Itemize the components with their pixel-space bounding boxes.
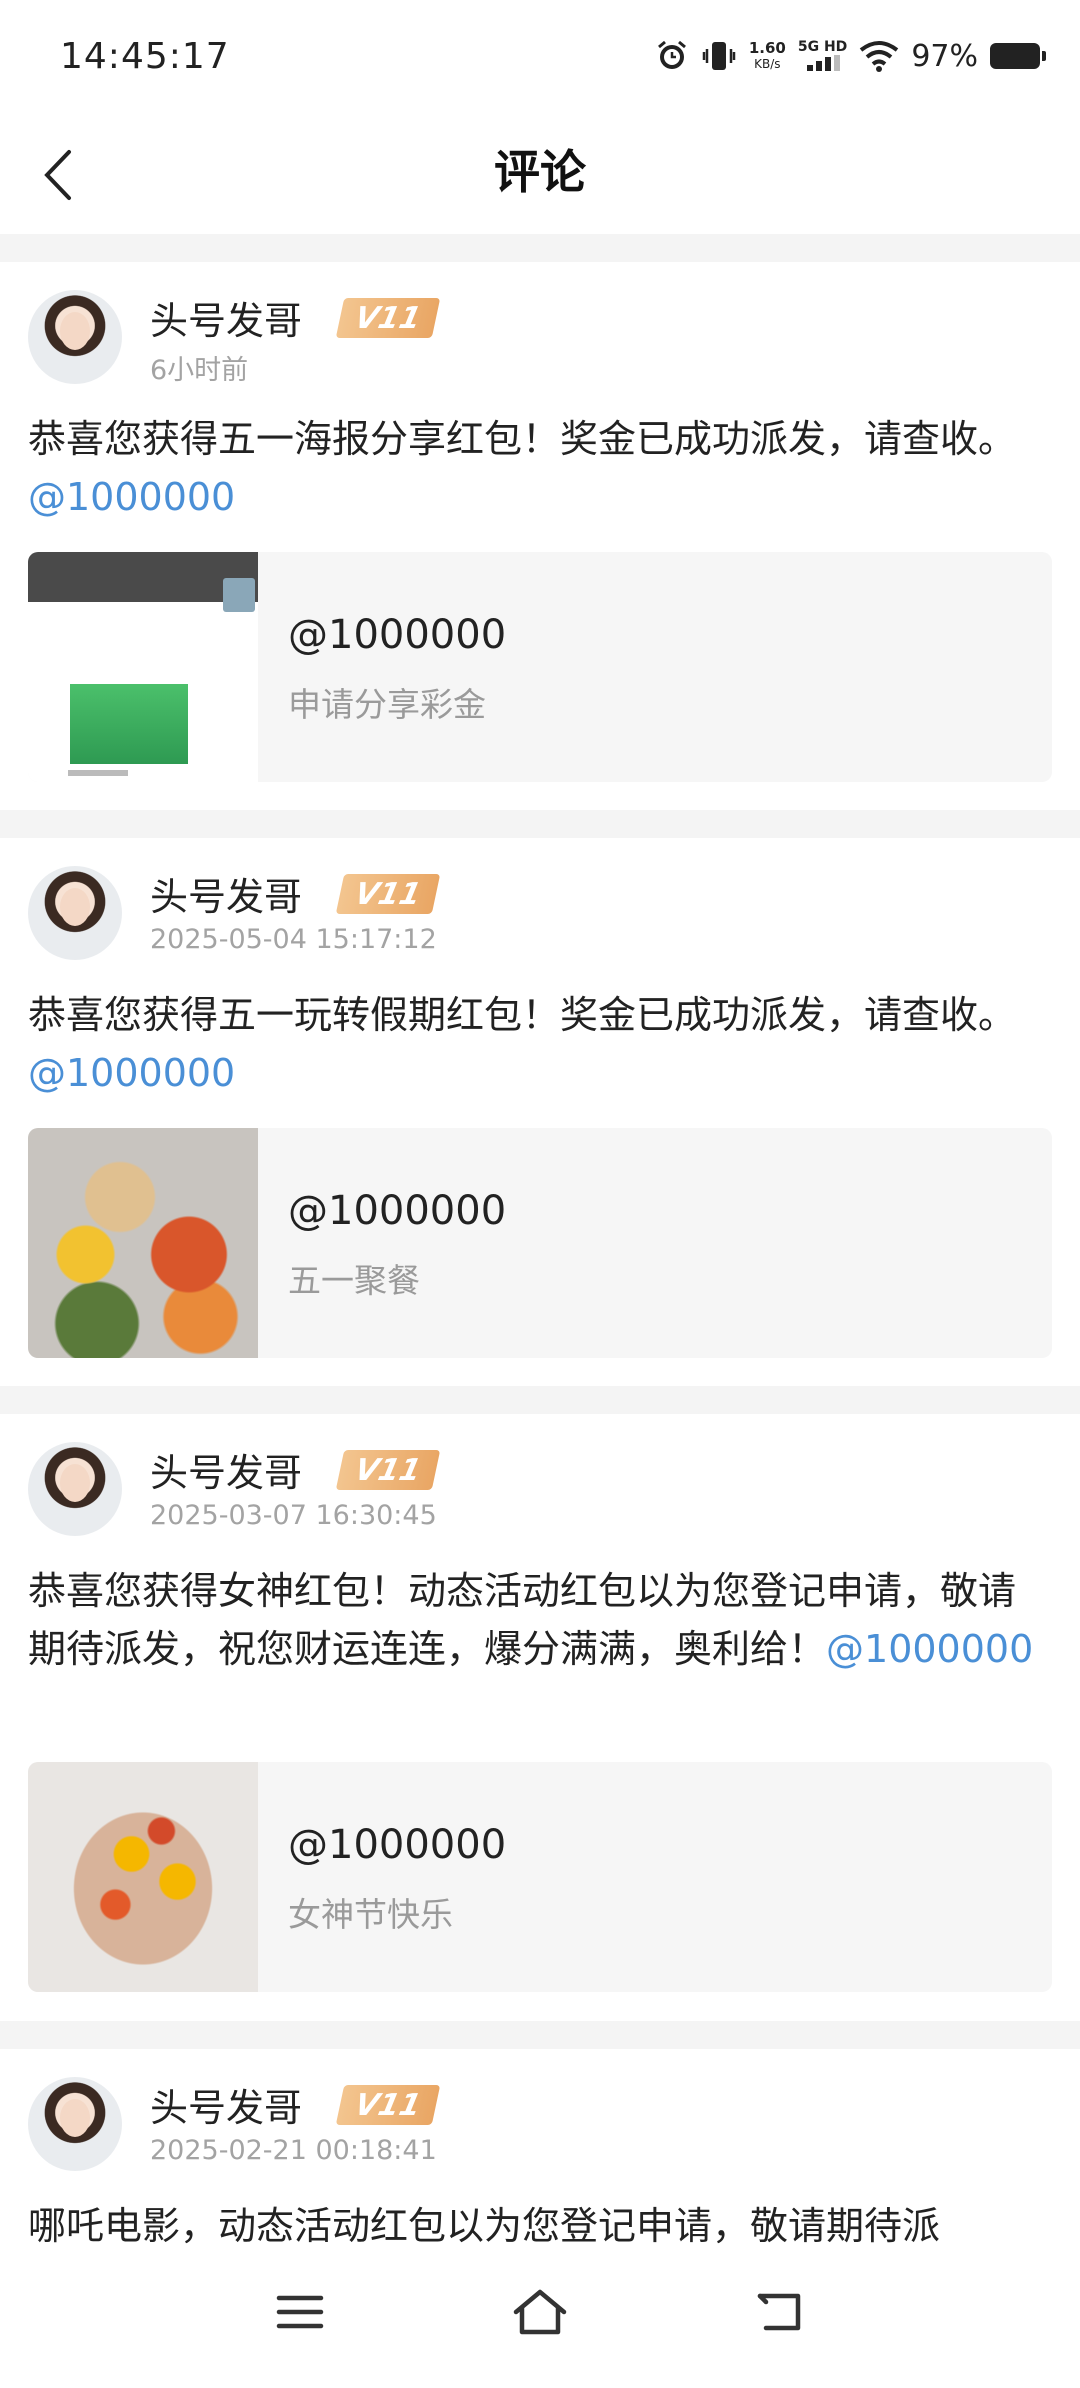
net-speed: 1.60 KB/s xyxy=(748,39,786,71)
comment-text: 恭喜您获得五一海报分享红包！奖金已成功派发，请查收。 @1000000 xyxy=(28,410,1052,526)
alarm-icon xyxy=(655,39,689,73)
timestamp: 6小时前 xyxy=(150,355,249,386)
comment-text: 恭喜您获得五一玩转假期红包！奖金已成功派发，请查收。 @1000000 xyxy=(28,986,1052,1102)
avatar[interactable] xyxy=(28,290,122,384)
post-thumbnail xyxy=(28,1128,258,1358)
username[interactable]: 头号发哥 xyxy=(150,1442,302,1497)
preview-subtitle: 五一聚餐 xyxy=(288,1261,420,1300)
status-icons: 1.60 KB/s 5G HD 97% xyxy=(655,34,1046,78)
home-button[interactable] xyxy=(500,2282,580,2342)
mention-link[interactable]: @1000000 xyxy=(826,1627,1033,1671)
username[interactable]: 头号发哥 xyxy=(150,290,302,345)
comment-text: 恭喜您获得女神红包！动态活动红包以为您登记申请，敬请期待派发，祝您财运连连，爆分… xyxy=(28,1562,1052,1678)
preview-subtitle: 申请分享彩金 xyxy=(288,685,486,724)
comment-body: 哪吒电影，动态活动红包以为您登记申请，敬请期待派 xyxy=(28,2204,941,2248)
comment-card[interactable]: 头号发哥 V11 2025-05-04 15:17:12 恭喜您获得五一玩转假期… xyxy=(0,838,1080,1386)
post-preview-card[interactable]: @1000000 申请分享彩金 xyxy=(28,552,1052,782)
comment-body: 恭喜您获得五一海报分享红包！奖金已成功派发，请查收。 xyxy=(28,417,1017,461)
post-preview-card[interactable]: @1000000 五一聚餐 xyxy=(28,1128,1052,1358)
signal-icon: 5G HD xyxy=(798,39,847,74)
menu-button[interactable] xyxy=(260,2282,340,2342)
avatar[interactable] xyxy=(28,1442,122,1536)
level-badge: V11 xyxy=(335,874,441,914)
battery-icon xyxy=(990,43,1046,69)
avatar[interactable] xyxy=(28,2077,122,2171)
wifi-icon xyxy=(859,40,899,72)
status-time: 14:45:17 xyxy=(60,36,230,77)
comment-card[interactable]: 头号发哥 V11 6小时前 恭喜您获得五一海报分享红包！奖金已成功派发，请查收。… xyxy=(0,262,1080,810)
timestamp: 2025-05-04 15:17:12 xyxy=(150,924,437,955)
page-title: 评论 xyxy=(494,145,586,199)
level-badge: V11 xyxy=(335,298,441,338)
preview-subtitle: 女神节快乐 xyxy=(288,1895,453,1934)
username[interactable]: 头号发哥 xyxy=(150,866,302,921)
menu-icon xyxy=(276,2295,324,2329)
comment-body: 恭喜您获得五一玩转假期红包！奖金已成功派发，请查收。 xyxy=(28,993,1017,1037)
back-nav-button[interactable] xyxy=(740,2282,820,2342)
post-thumbnail xyxy=(28,552,258,782)
timestamp: 2025-02-21 00:18:41 xyxy=(150,2135,437,2166)
post-thumbnail xyxy=(28,1762,258,1992)
comment-card[interactable]: 头号发哥 V11 2025-03-07 16:30:45 恭喜您获得女神红包！动… xyxy=(0,1414,1080,2021)
vibrate-icon xyxy=(701,39,737,73)
status-bar: 14:45:17 1.60 KB/s 5G HD 97% xyxy=(0,0,1080,116)
preview-title: @1000000 xyxy=(288,612,507,658)
comment-list: 头号发哥 V11 6小时前 恭喜您获得五一海报分享红包！奖金已成功派发，请查收。… xyxy=(0,262,1080,2377)
avatar[interactable] xyxy=(28,866,122,960)
level-badge: V11 xyxy=(335,1450,441,1490)
mention-link[interactable]: @1000000 xyxy=(28,1051,235,1095)
header-bar: 评论 xyxy=(0,116,1080,234)
battery-percent: 97% xyxy=(911,38,978,74)
back-icon xyxy=(757,2293,801,2331)
preview-title: @1000000 xyxy=(288,1822,507,1868)
level-badge: V11 xyxy=(335,2085,441,2125)
post-preview-card[interactable]: @1000000 女神节快乐 xyxy=(28,1762,1052,1992)
username[interactable]: 头号发哥 xyxy=(150,2077,302,2132)
system-nav-bar xyxy=(0,2252,1080,2388)
home-icon xyxy=(513,2289,567,2335)
timestamp: 2025-03-07 16:30:45 xyxy=(150,1500,437,1531)
preview-title: @1000000 xyxy=(288,1188,507,1234)
mention-link[interactable]: @1000000 xyxy=(28,475,235,519)
comment-text: 哪吒电影，动态活动红包以为您登记申请，敬请期待派 xyxy=(28,2197,1052,2255)
